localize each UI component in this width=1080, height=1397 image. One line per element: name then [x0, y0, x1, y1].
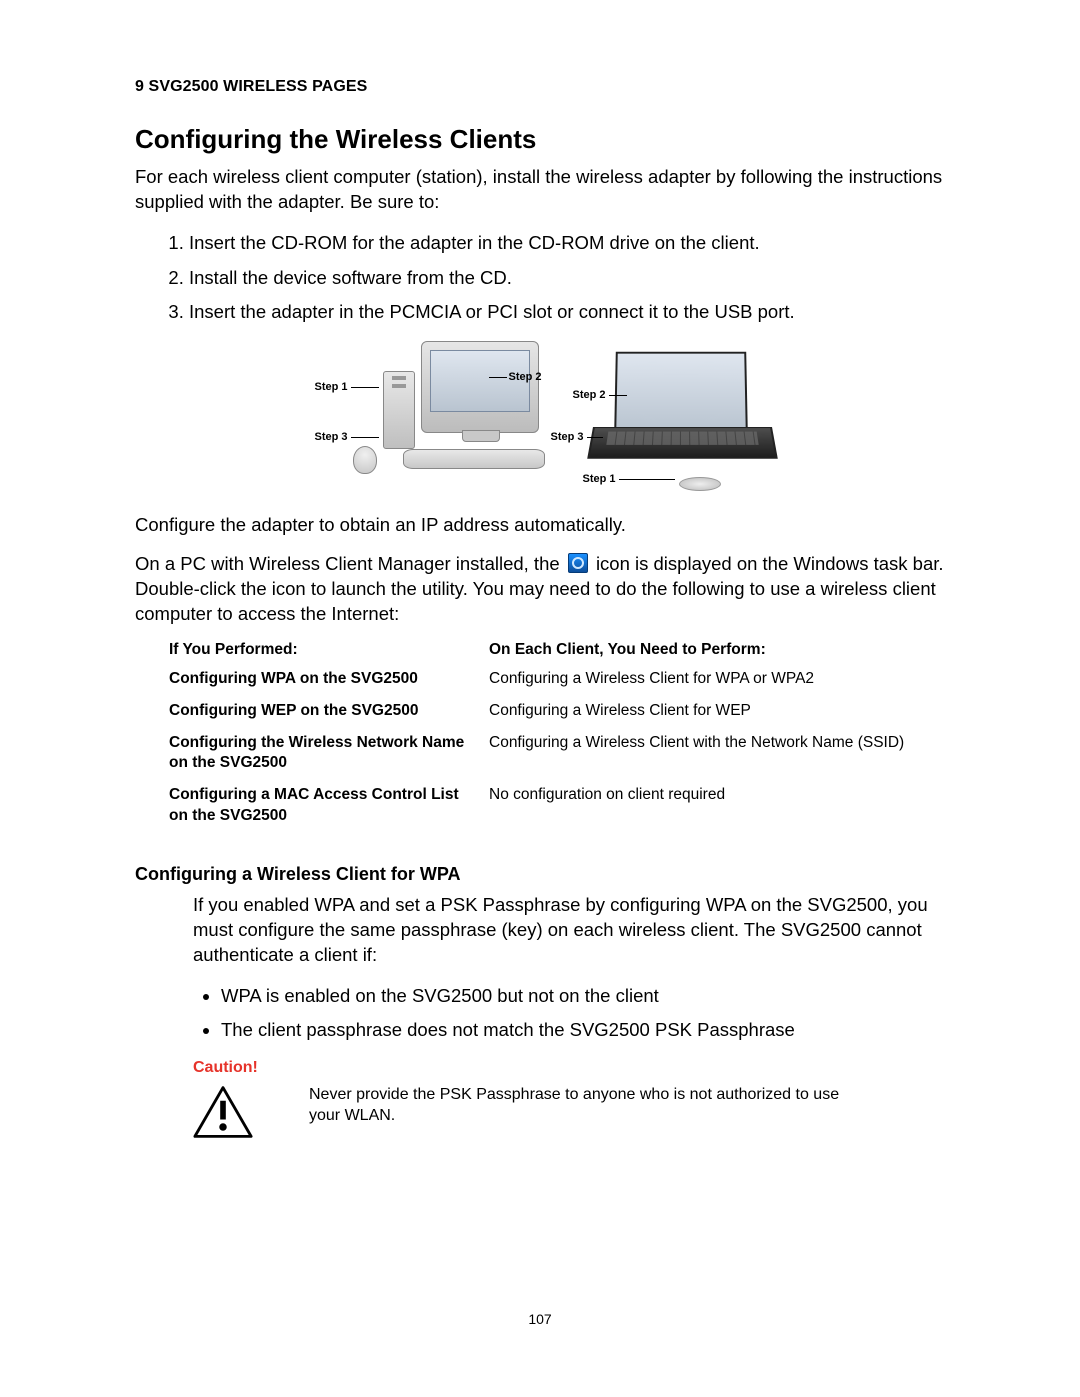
- figure-label: Step 2: [509, 371, 542, 383]
- leader-line: [619, 479, 675, 480]
- bullet-item: The client passphrase does not match the…: [221, 1016, 950, 1045]
- leader-line: [609, 395, 627, 396]
- laptop-screen-icon: [614, 352, 748, 434]
- table-cell-right: Configuring a Wireless Client with the N…: [489, 733, 929, 785]
- install-steps-list: Insert the CD-ROM for the adapter in the…: [163, 229, 950, 327]
- warning-triangle-icon: [193, 1085, 253, 1139]
- leader-line: [587, 437, 603, 438]
- caution-label: Caution!: [193, 1059, 950, 1077]
- crt-monitor-icon: [421, 341, 539, 433]
- leader-line: [489, 377, 507, 378]
- desktop-pc-illustration: [383, 341, 543, 471]
- table-cell-right: No configuration on client required: [489, 785, 929, 837]
- intro-paragraph: For each wireless client computer (stati…: [135, 165, 950, 215]
- after-figure-paragraph: Configure the adapter to obtain an IP ad…: [135, 513, 950, 538]
- mouse-icon: [353, 446, 377, 474]
- table-cell-right: Configuring a Wireless Client for WEP: [489, 701, 929, 733]
- table-row: Configuring the Wireless Network Name on…: [169, 733, 929, 785]
- wpa-bullets: WPA is enabled on the SVG2500 but not on…: [199, 982, 950, 1045]
- installation-figure: Step 1 Step 2 Step 3 Step 2 Step 3 Step …: [303, 341, 783, 491]
- tray-icon-paragraph: On a PC with Wireless Client Manager ins…: [135, 552, 950, 627]
- table-cell-left: Configuring WEP on the SVG2500: [169, 701, 489, 733]
- step-item: Install the device software from the CD.: [189, 264, 950, 293]
- table-row: Configuring WEP on the SVG2500 Configuri…: [169, 701, 929, 733]
- chapter-header: 9 SVG2500 WIRELESS PAGES: [135, 78, 950, 96]
- leader-line: [351, 437, 379, 438]
- step-item: Insert the adapter in the PCMCIA or PCI …: [189, 298, 950, 327]
- figure-label: Step 1: [583, 473, 616, 485]
- table-cell-left: Configuring the Wireless Network Name on…: [169, 733, 489, 785]
- wireless-manager-tray-icon: [568, 553, 588, 573]
- bullet-item: WPA is enabled on the SVG2500 but not on…: [221, 982, 950, 1011]
- page-number: 107: [0, 1311, 1080, 1327]
- table-cell-left: Configuring a MAC Access Control List on…: [169, 785, 489, 837]
- client-config-table: If You Performed: On Each Client, You Ne…: [169, 641, 929, 838]
- table-row: Configuring a MAC Access Control List on…: [169, 785, 929, 837]
- table-cell-right: Configuring a Wireless Client for WPA or…: [489, 669, 929, 701]
- leader-line: [351, 387, 379, 388]
- figure-label: Step 3: [551, 431, 584, 443]
- wpa-paragraph: If you enabled WPA and set a PSK Passphr…: [193, 893, 950, 968]
- figure-label: Step 2: [573, 389, 606, 401]
- subsection-title: Configuring a Wireless Client for WPA: [135, 864, 950, 885]
- laptop-illustration: [593, 351, 773, 486]
- tray-para-part-a: On a PC with Wireless Client Manager ins…: [135, 553, 565, 574]
- table-row: Configuring WPA on the SVG2500 Configuri…: [169, 669, 929, 701]
- caution-text: Never provide the PSK Passphrase to anyo…: [309, 1085, 869, 1127]
- keyboard-icon: [403, 449, 545, 469]
- table-header-left: If You Performed:: [169, 641, 489, 669]
- laptop-base-icon: [587, 427, 778, 459]
- step-item: Insert the CD-ROM for the adapter in the…: [189, 229, 950, 258]
- table-cell-left: Configuring WPA on the SVG2500: [169, 669, 489, 701]
- section-title: Configuring the Wireless Clients: [135, 124, 950, 155]
- caution-block: Never provide the PSK Passphrase to anyo…: [135, 1085, 950, 1139]
- cd-disc-icon: [679, 477, 721, 491]
- table-header-right: On Each Client, You Need to Perform:: [489, 641, 929, 669]
- figure-label: Step 1: [315, 381, 348, 393]
- figure-label: Step 3: [315, 431, 348, 443]
- pc-tower-icon: [383, 371, 415, 449]
- manual-page: 9 SVG2500 WIRELESS PAGES Configuring the…: [0, 0, 1080, 1397]
